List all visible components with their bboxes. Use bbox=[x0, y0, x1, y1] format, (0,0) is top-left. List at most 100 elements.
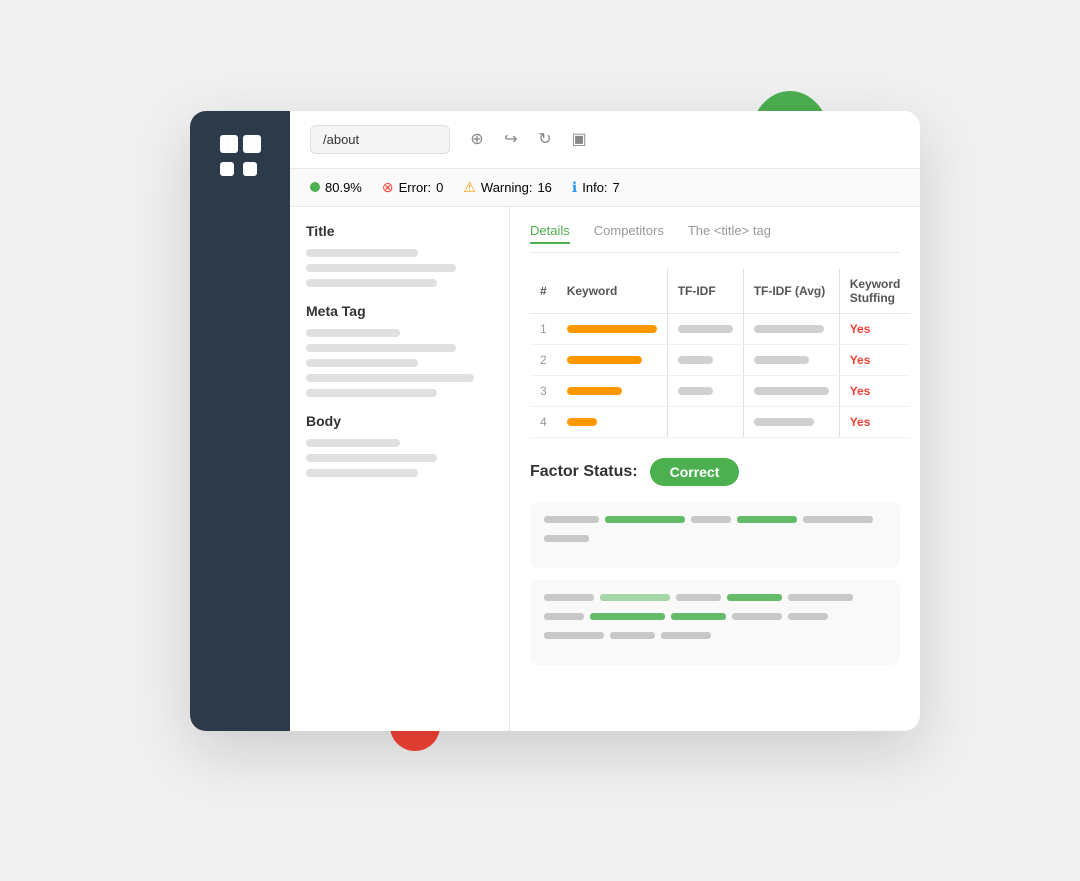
tab-title-tag[interactable]: The <title> tag bbox=[688, 223, 771, 244]
preview-row-4 bbox=[544, 632, 886, 645]
main-content: /about ⊕ ↪ ↻ ▣ 80.9% ⊗ Error: 0 bbox=[290, 111, 920, 731]
score-value: 80.9% bbox=[325, 180, 362, 195]
right-panel: Details Competitors The <title> tag # Ke… bbox=[510, 207, 920, 731]
col-keyword: Keyword bbox=[557, 269, 668, 314]
warning-count: 16 bbox=[537, 180, 551, 195]
title-section-heading: Title bbox=[306, 223, 493, 239]
skeleton-4 bbox=[306, 329, 400, 337]
stuffing-1: Yes bbox=[850, 322, 871, 336]
tfidf-bar-2 bbox=[678, 356, 713, 364]
pl-2 bbox=[605, 516, 685, 523]
stuffing-4: Yes bbox=[850, 415, 871, 429]
avg-bar-2 bbox=[754, 356, 809, 364]
info-icon: ℹ bbox=[572, 179, 577, 196]
factor-status-label: Factor Status: bbox=[530, 463, 638, 481]
warning-label: Warning: bbox=[481, 180, 533, 195]
share-icon[interactable]: ↪ bbox=[500, 128, 522, 150]
body-layout: Title Meta Tag Body bbox=[290, 207, 920, 731]
factor-status: Factor Status: Correct bbox=[530, 458, 900, 486]
pl-1 bbox=[544, 516, 599, 523]
error-count: 0 bbox=[436, 180, 443, 195]
text-preview-2 bbox=[530, 580, 900, 665]
status-bar: 80.9% ⊗ Error: 0 ⚠ Warning: 16 ℹ Info: 7 bbox=[290, 169, 920, 207]
url-display: /about bbox=[310, 125, 450, 154]
stuffing-2: Yes bbox=[850, 353, 871, 367]
preview-row-2 bbox=[544, 594, 886, 607]
info-count: 7 bbox=[613, 180, 620, 195]
pl-18 bbox=[610, 632, 655, 639]
col-tfidf-avg: TF-IDF (Avg) bbox=[743, 269, 839, 314]
kw-bar-3 bbox=[567, 387, 622, 395]
avg-bar-3 bbox=[754, 387, 829, 395]
avg-bar-4 bbox=[754, 418, 814, 426]
pl-15 bbox=[732, 613, 782, 620]
skeleton-5 bbox=[306, 344, 456, 352]
pl-11 bbox=[788, 594, 853, 601]
text-preview-1 bbox=[530, 502, 900, 568]
refresh-icon[interactable]: ↻ bbox=[534, 128, 556, 150]
score-status: 80.9% bbox=[310, 180, 362, 195]
logo-sq4 bbox=[243, 162, 257, 176]
table-row: 3 Yes bbox=[530, 375, 910, 406]
avg-bar-1 bbox=[754, 325, 824, 333]
col-stuffing: Keyword Stuffing bbox=[839, 269, 910, 314]
info-status: ℹ Info: 7 bbox=[572, 179, 620, 196]
skeleton-11 bbox=[306, 469, 418, 477]
tab-bar: Details Competitors The <title> tag bbox=[530, 223, 900, 253]
error-status: ⊗ Error: 0 bbox=[382, 179, 443, 196]
left-panel: Title Meta Tag Body bbox=[290, 207, 510, 731]
pl-17 bbox=[544, 632, 604, 639]
pl-4 bbox=[737, 516, 797, 523]
pl-8 bbox=[600, 594, 670, 601]
logo-sq2 bbox=[243, 135, 261, 153]
top-bar: /about ⊕ ↪ ↻ ▣ bbox=[290, 111, 920, 169]
tab-details[interactable]: Details bbox=[530, 223, 570, 244]
add-icon[interactable]: ⊕ bbox=[466, 128, 488, 150]
skeleton-7 bbox=[306, 374, 474, 382]
logo-sq3 bbox=[220, 162, 234, 176]
score-dot bbox=[310, 182, 320, 192]
col-num: # bbox=[530, 269, 557, 314]
pl-19 bbox=[661, 632, 711, 639]
pl-16 bbox=[788, 613, 828, 620]
info-label: Info: bbox=[582, 180, 607, 195]
meta-section-heading: Meta Tag bbox=[306, 303, 493, 319]
pl-13 bbox=[590, 613, 665, 620]
correct-badge: Correct bbox=[650, 458, 740, 486]
pl-3 bbox=[691, 516, 731, 523]
skeleton-9 bbox=[306, 439, 400, 447]
error-icon: ⊗ bbox=[382, 179, 394, 196]
kw-bar-2 bbox=[567, 356, 642, 364]
pl-7 bbox=[544, 594, 594, 601]
table-row: 1 Yes bbox=[530, 313, 910, 344]
table-header-row: # Keyword TF-IDF TF-IDF (Avg) Keyword St… bbox=[530, 269, 910, 314]
error-label: Error: bbox=[399, 180, 432, 195]
kw-bar-4 bbox=[567, 418, 597, 426]
skeleton-2 bbox=[306, 264, 456, 272]
schedule-icon[interactable]: ▣ bbox=[568, 128, 590, 150]
tab-competitors[interactable]: Competitors bbox=[594, 223, 664, 244]
warning-icon: ⚠ bbox=[463, 179, 476, 196]
sidebar bbox=[190, 111, 290, 731]
toolbar-actions: ⊕ ↪ ↻ ▣ bbox=[466, 128, 590, 150]
preview-row-3 bbox=[544, 613, 886, 626]
skeleton-8 bbox=[306, 389, 437, 397]
pl-6 bbox=[544, 535, 589, 542]
pl-14 bbox=[671, 613, 726, 620]
tfidf-bar-1 bbox=[678, 325, 733, 333]
skeleton-6 bbox=[306, 359, 418, 367]
col-tfidf: TF-IDF bbox=[667, 269, 743, 314]
table-row: 2 Yes bbox=[530, 344, 910, 375]
logo-sq1 bbox=[220, 135, 238, 153]
pl-12 bbox=[544, 613, 584, 620]
skeleton-3 bbox=[306, 279, 437, 287]
logo bbox=[220, 135, 261, 176]
skeleton-1 bbox=[306, 249, 418, 257]
stuffing-3: Yes bbox=[850, 384, 871, 398]
main-card: /about ⊕ ↪ ↻ ▣ 80.9% ⊗ Error: 0 bbox=[190, 111, 920, 731]
skeleton-10 bbox=[306, 454, 437, 462]
pl-9 bbox=[676, 594, 721, 601]
pl-5 bbox=[803, 516, 873, 523]
pl-10 bbox=[727, 594, 782, 601]
body-section-heading: Body bbox=[306, 413, 493, 429]
